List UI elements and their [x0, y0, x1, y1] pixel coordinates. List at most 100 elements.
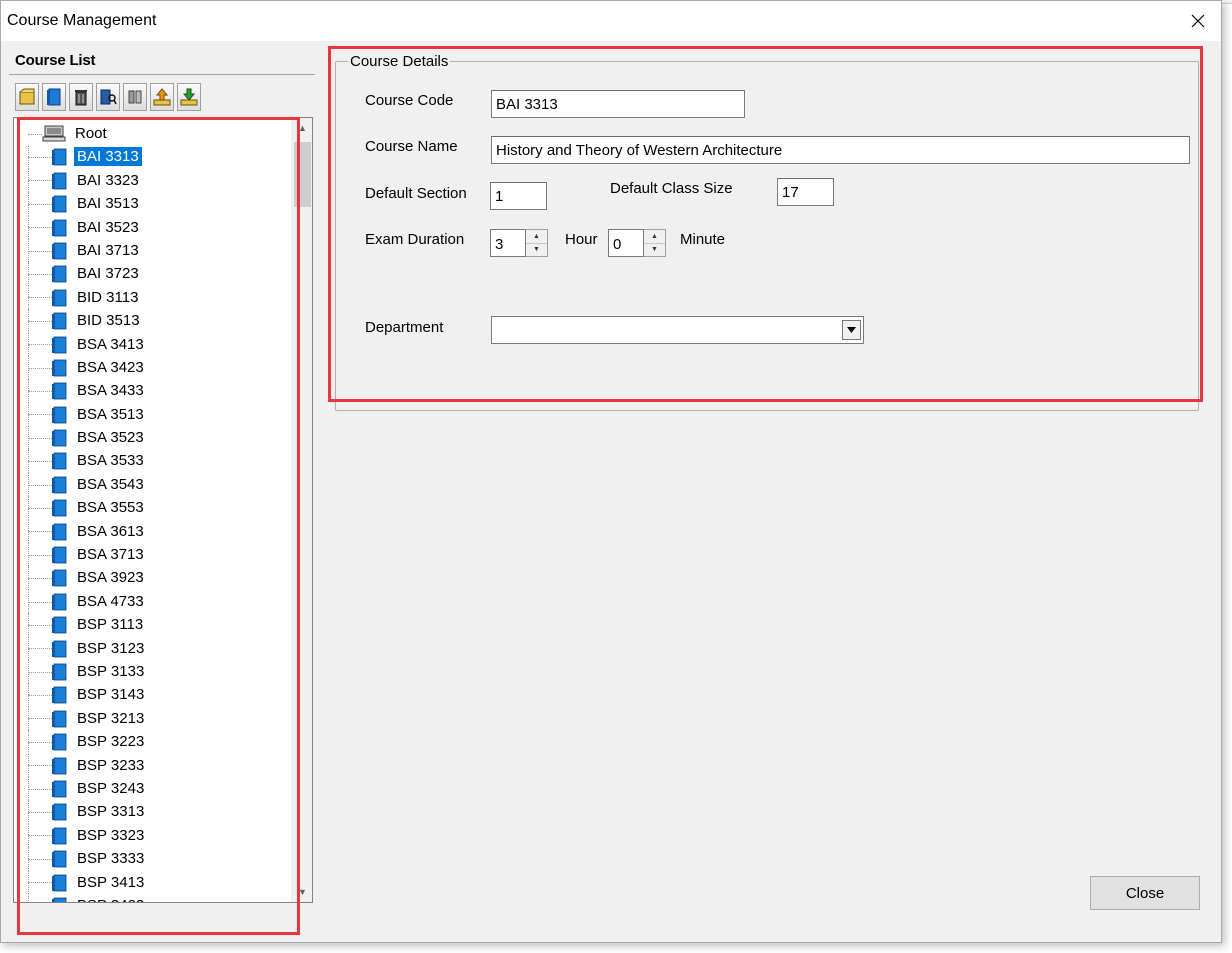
tree-item[interactable]: BAI 3723: [14, 262, 290, 286]
tree-item[interactable]: BSP 3313: [14, 800, 290, 824]
tree-item[interactable]: BSA 3713: [14, 543, 290, 567]
tree-vertical-scrollbar[interactable]: ▲ ▼: [291, 118, 312, 902]
sort-icon: [128, 90, 142, 104]
book-icon: [52, 757, 67, 774]
tree-item[interactable]: BSA 3523: [14, 426, 290, 450]
tree-item[interactable]: BSA 3423: [14, 355, 290, 380]
exam-minutes-value[interactable]: 0: [608, 229, 644, 257]
tree-root[interactable]: Root: [14, 122, 290, 145]
tree-item[interactable]: BSP 3413: [14, 870, 290, 894]
scroll-up-arrow[interactable]: ▲: [292, 118, 312, 138]
close-icon: [1191, 14, 1205, 28]
tree-item-label: BSP 3423: [74, 896, 147, 902]
download-button[interactable]: [177, 83, 201, 111]
tree-item[interactable]: BSP 3223: [14, 730, 290, 754]
tree-item[interactable]: BSA 3513: [14, 402, 290, 427]
tree-item[interactable]: BSA 3613: [14, 519, 290, 544]
book-icon: [52, 312, 67, 330]
tree-item[interactable]: BSP 3133: [14, 659, 290, 684]
course-code-label: Course Code: [365, 92, 454, 109]
upload-icon: [153, 88, 171, 106]
download-icon: [180, 88, 198, 106]
exam-hours-up-button[interactable]: ▲: [526, 230, 547, 244]
header-divider: [9, 74, 315, 75]
exam-hours-spinner[interactable]: 3 ▲ ▼: [490, 229, 548, 257]
exam-hours-value[interactable]: 3: [490, 229, 526, 257]
course-tree[interactable]: Root BAI 3313 BAI 3323 BAI 3513 BAI 3523 BAI…: [13, 117, 313, 903]
default-class-size-input[interactable]: 17: [777, 178, 834, 206]
scroll-thumb[interactable]: [294, 142, 311, 207]
window-close-button[interactable]: [1175, 1, 1221, 41]
course-code-input[interactable]: BAI 3313: [491, 90, 745, 118]
tree-item[interactable]: BSP 3423: [14, 893, 290, 902]
book-icon: [52, 827, 67, 845]
add-book-button[interactable]: [42, 83, 66, 111]
tree-item[interactable]: BAI 3513: [14, 192, 290, 216]
department-dropdown[interactable]: [491, 316, 864, 344]
book-icon: [52, 733, 67, 751]
delete-trash-button[interactable]: [69, 83, 93, 111]
book-icon: [52, 359, 67, 377]
tree-item[interactable]: BSP 3233: [14, 753, 290, 777]
tree-item[interactable]: BSA 3543: [14, 472, 290, 497]
tree-item[interactable]: BSP 3323: [14, 823, 290, 848]
book-icon: [52, 336, 67, 353]
book-icon: [52, 476, 67, 494]
tree-item[interactable]: BAI 3323: [14, 168, 290, 193]
tree-item[interactable]: BSP 3213: [14, 706, 290, 731]
book-icon: [52, 616, 67, 634]
tree-item[interactable]: BSA 3923: [14, 566, 290, 590]
book-icon: [52, 850, 67, 868]
tree-item[interactable]: BSP 3143: [14, 683, 290, 707]
tree-item-label: BSA 3513: [77, 405, 144, 423]
book-icon: [52, 686, 67, 704]
default-section-input[interactable]: 1: [490, 182, 547, 210]
tree-item[interactable]: BAI 3713: [14, 238, 290, 263]
add-folder-button[interactable]: [15, 83, 39, 111]
tree-item[interactable]: BAI 3523: [14, 215, 290, 239]
sort-button[interactable]: [123, 83, 147, 111]
tree-item[interactable]: BSA 4733: [14, 589, 290, 614]
default-class-size-label: Default Class Size: [610, 180, 733, 197]
book-icon: [52, 148, 67, 166]
tree-item[interactable]: BSA 3533: [14, 449, 290, 473]
scroll-down-arrow[interactable]: ▼: [292, 882, 312, 902]
tree-item[interactable]: BSP 3123: [14, 636, 290, 660]
tree-item-label: BSA 3713: [77, 546, 144, 564]
book-icon: [52, 523, 67, 541]
tree-item-label: BSP 3213: [77, 709, 145, 727]
tree-item[interactable]: BID 3513: [14, 309, 290, 333]
minute-label: Minute: [680, 231, 726, 248]
exam-minutes-spinner[interactable]: 0 ▲ ▼: [608, 229, 666, 257]
book-icon: [52, 453, 67, 470]
close-button[interactable]: Close: [1090, 876, 1200, 910]
course-name-input[interactable]: History and Theory of Western Architectu…: [491, 136, 1190, 164]
tree-item[interactable]: BAI 3313: [14, 145, 290, 169]
tree-item-label: BSA 3553: [77, 499, 144, 517]
find-button[interactable]: [96, 83, 120, 111]
course-details-legend: Course Details: [348, 53, 451, 70]
book-icon: [52, 710, 67, 728]
exam-minutes-down-button[interactable]: ▼: [644, 243, 665, 256]
tree-item-label: BAI 3523: [77, 218, 139, 236]
tree-item[interactable]: BSP 3333: [14, 847, 290, 871]
tree-item-label: BID 3513: [77, 312, 140, 330]
exam-minutes-up-button[interactable]: ▲: [644, 230, 665, 244]
tree-item[interactable]: BSA 3553: [14, 496, 290, 520]
tree-item[interactable]: BSA 3433: [14, 379, 290, 403]
tree-item[interactable]: BSA 3413: [14, 332, 290, 356]
book-icon: [52, 429, 67, 447]
exam-duration-label: Exam Duration: [365, 231, 465, 248]
course-management-window: Course Management Course List Root BAI 3: [0, 0, 1222, 943]
book-icon: [52, 265, 67, 283]
department-dropdown-button[interactable]: [842, 320, 861, 340]
exam-hours-down-button[interactable]: ▼: [526, 243, 547, 256]
upload-button[interactable]: [150, 83, 174, 111]
tree-item-label: BID 3113: [77, 288, 139, 306]
tree-item[interactable]: BSP 3243: [14, 776, 290, 801]
tree-item[interactable]: BSP 3113: [14, 613, 290, 637]
tree-item[interactable]: BID 3113: [14, 285, 290, 310]
book-icon: [52, 406, 67, 424]
tree-item-label: BSA 3543: [77, 475, 144, 493]
tree-item-label: BSP 3243: [77, 779, 145, 797]
